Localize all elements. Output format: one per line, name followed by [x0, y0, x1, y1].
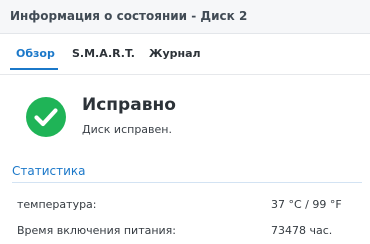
check-circle-icon — [26, 97, 66, 137]
statistics-heading: Статистика — [12, 164, 86, 178]
statistics-divider — [12, 182, 362, 183]
power-on-time-value: 73478 час. — [271, 224, 333, 237]
temperature-label: температура: — [17, 198, 97, 211]
tabs-divider — [0, 74, 370, 75]
active-tab-indicator — [10, 68, 58, 70]
status-title: Исправно — [82, 95, 176, 115]
window-header: Информация о состоянии - Диск 2 — [0, 0, 370, 34]
status-description: Диск исправен. — [82, 123, 172, 136]
power-on-time-label: Время включения питания: — [17, 224, 177, 237]
temperature-value: 37 °C / 99 °F — [271, 198, 342, 211]
window-title: Информация о состоянии - Диск 2 — [10, 9, 248, 23]
tab-overview[interactable]: Обзор — [16, 47, 55, 60]
tab-log[interactable]: Журнал — [149, 47, 201, 60]
tab-smart[interactable]: S.M.A.R.T. — [72, 47, 135, 60]
tab-bar: Обзор S.M.A.R.T. Журнал — [0, 34, 370, 74]
